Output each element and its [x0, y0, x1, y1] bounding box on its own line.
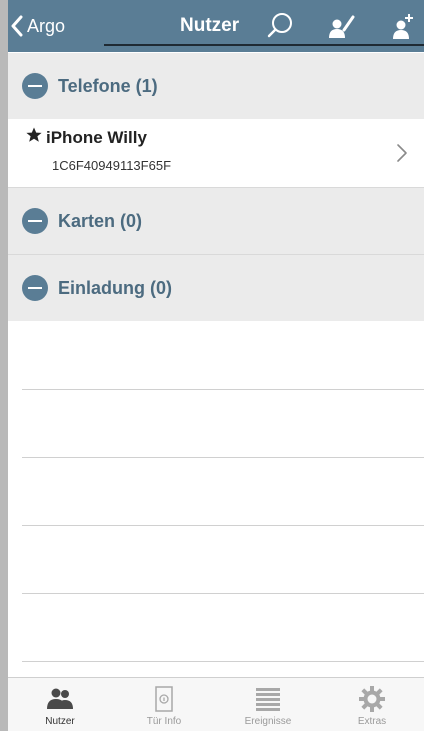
user-add-icon: [393, 14, 413, 39]
device-id: 1C6F40949113F65F: [52, 158, 172, 173]
empty-row-divider: [22, 457, 424, 458]
collapse-minus-icon[interactable]: [22, 275, 48, 301]
tab-tuer-info[interactable]: Tür Info: [112, 678, 216, 731]
search-button[interactable]: [262, 8, 298, 44]
back-button[interactable]: Argo: [10, 12, 65, 40]
empty-row-divider: [22, 593, 424, 594]
navigation-bar: Argo Nutzer: [8, 0, 424, 52]
users-icon: [47, 688, 73, 709]
section-header-karten[interactable]: Karten (0): [8, 188, 424, 254]
tab-ereignisse[interactable]: Ereignisse: [216, 678, 320, 731]
add-user-button[interactable]: [386, 8, 422, 44]
tab-label: Extras: [357, 716, 387, 727]
events-list-icon: [256, 688, 280, 711]
section-title: Karten (0): [58, 210, 143, 231]
star-icon: [26, 127, 42, 142]
collapse-minus-icon[interactable]: [22, 73, 48, 99]
gear-icon: [359, 686, 385, 712]
search-icon: [267, 13, 292, 38]
chevron-right-icon: [397, 144, 407, 162]
user-edit-icon: [329, 15, 355, 38]
section-title: Telefone (1): [58, 75, 158, 96]
device-row[interactable]: iPhone Willy 1C6F40949113F65F: [8, 119, 424, 187]
chevron-left-icon: [11, 15, 23, 37]
section-title: Einladung (0): [58, 277, 172, 298]
tab-label: Nutzer: [45, 716, 75, 727]
section-header-telefone[interactable]: Telefone (1): [8, 53, 424, 119]
device-name: iPhone Willy: [46, 128, 147, 147]
navbar-underline: [104, 44, 424, 46]
tab-label: Ereignisse: [244, 716, 292, 727]
tab-label: Tür Info: [146, 716, 182, 727]
tab-bar: Nutzer Tür Info Ereignisse Extras: [8, 677, 424, 731]
door-info-icon: [155, 686, 173, 712]
tab-extras[interactable]: Extras: [320, 678, 424, 731]
edit-users-button[interactable]: [324, 8, 360, 44]
page-title: Nutzer: [180, 15, 240, 36]
app-screen: Argo Nutzer Telefone (1) iPhone Willy 1C…: [0, 0, 424, 731]
section-header-einladung[interactable]: Einladung (0): [8, 255, 424, 321]
empty-row-divider: [22, 661, 424, 662]
collapse-minus-icon[interactable]: [22, 208, 48, 234]
tab-nutzer[interactable]: Nutzer: [8, 678, 112, 731]
empty-row-divider: [22, 525, 424, 526]
empty-row-divider: [22, 389, 424, 390]
back-label: Argo: [27, 15, 66, 36]
